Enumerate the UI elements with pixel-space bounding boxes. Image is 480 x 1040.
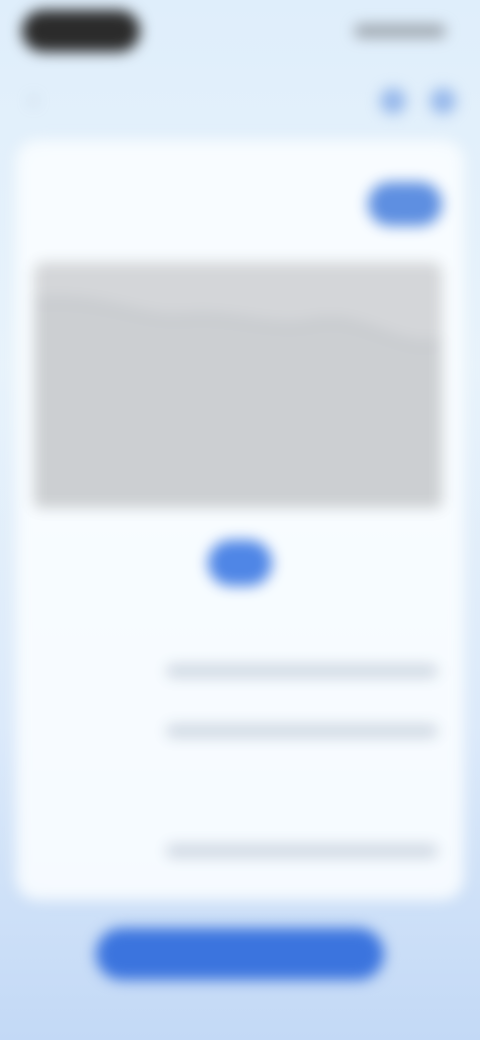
range-selector [34, 540, 442, 590]
follow-button[interactable] [368, 182, 442, 226]
more-icon[interactable] [430, 88, 456, 114]
quote-sub [40, 808, 100, 830]
primary-action-button[interactable] [96, 928, 384, 980]
range-left[interactable] [38, 552, 108, 578]
quote-change [42, 842, 162, 858]
quote-change [42, 722, 162, 738]
list-item[interactable] [36, 780, 444, 880]
footer-right-label [376, 922, 446, 938]
chevron-left-icon[interactable]: ‹ [30, 90, 44, 110]
quote-sub [40, 688, 100, 710]
range-right[interactable] [370, 554, 442, 576]
page-title [200, 92, 280, 114]
footer-left-label [36, 910, 76, 926]
quote-percent [390, 674, 440, 692]
range-active-button[interactable] [208, 540, 272, 586]
status-bar-pill [22, 10, 140, 52]
price-chart-canvas [34, 298, 442, 508]
chart-area [34, 299, 442, 508]
sub-label [36, 208, 96, 230]
price-label [36, 170, 116, 190]
share-icon[interactable] [380, 88, 406, 114]
quote-bar [166, 724, 438, 738]
list-item[interactable] [36, 660, 444, 760]
price-chart[interactable] [34, 262, 442, 508]
quote-bar [166, 844, 438, 858]
quote-title [40, 780, 110, 804]
quote-percent [390, 794, 440, 812]
status-bar-icons [354, 24, 446, 38]
quote-title [40, 660, 110, 684]
blurred-screen: ‹ [0, 0, 480, 1040]
